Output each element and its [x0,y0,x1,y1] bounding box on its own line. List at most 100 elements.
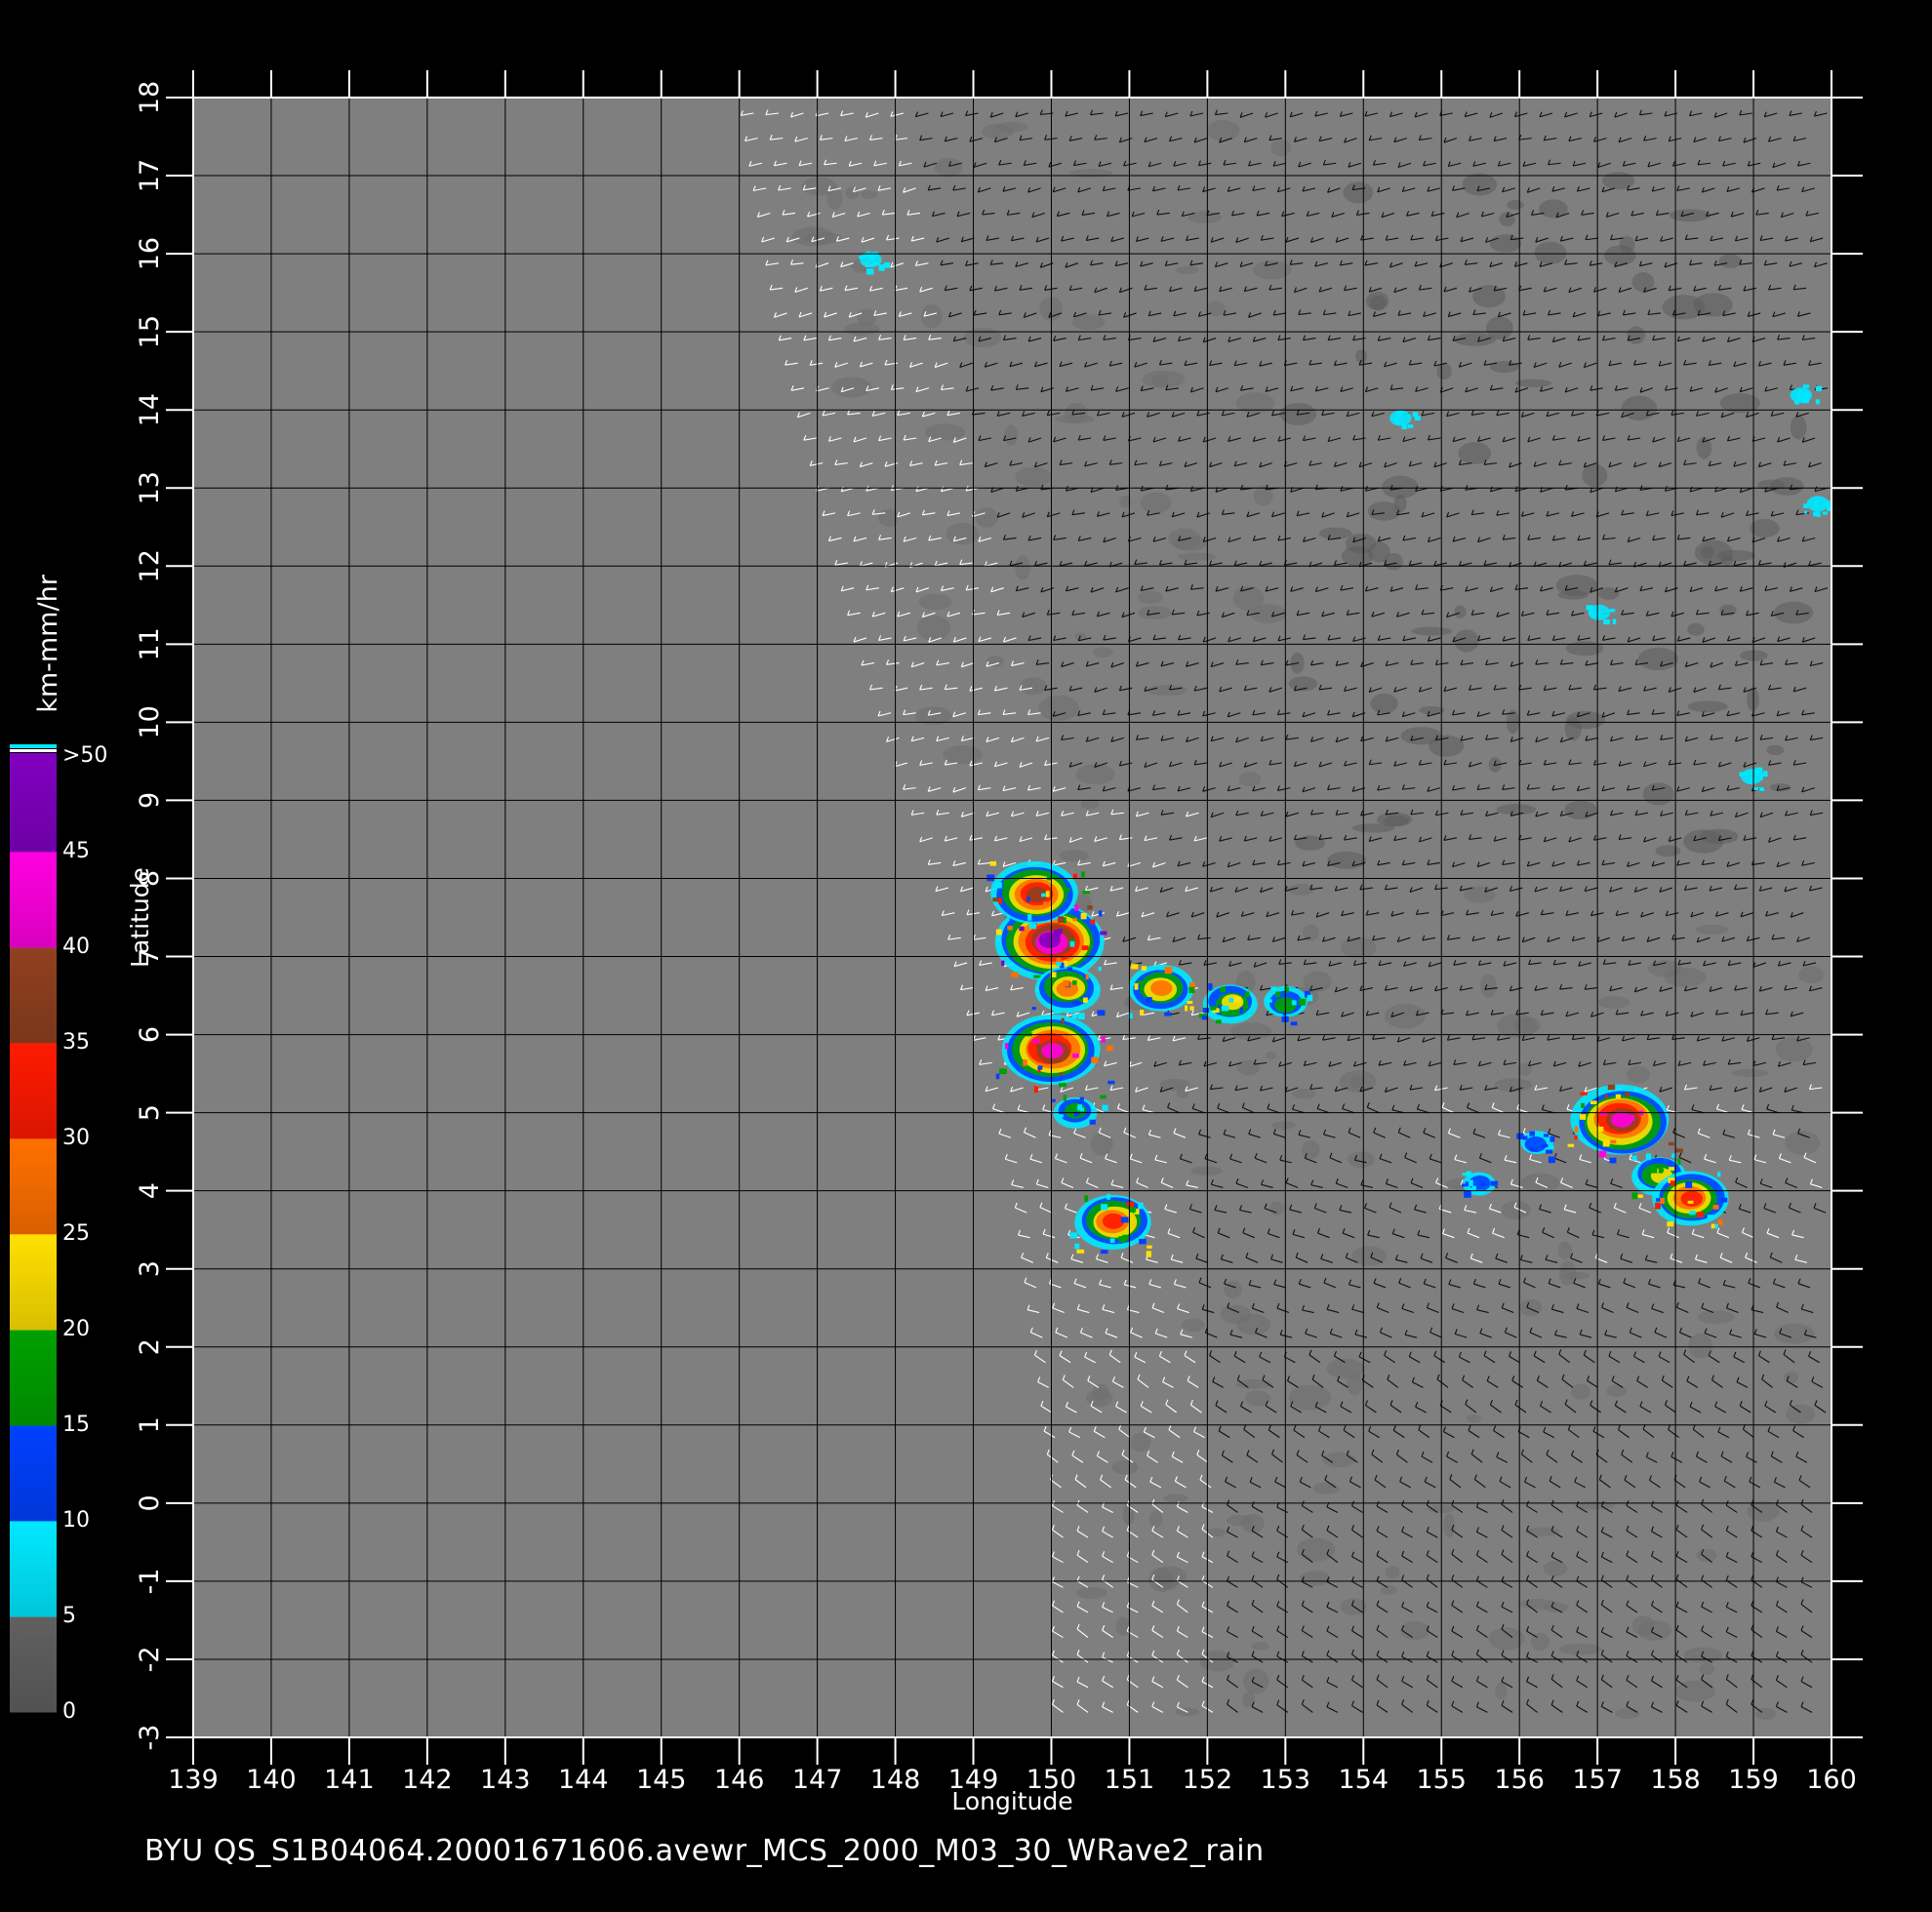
surface-texture-patch [1496,804,1537,816]
surface-texture-patch [1518,1599,1558,1610]
rain-speck [1100,931,1107,936]
surface-texture-patch [1148,1510,1163,1529]
surface-texture-patch [1146,685,1188,697]
surface-texture-patch [1436,363,1452,380]
surface-texture-patch [1130,1432,1151,1453]
surface-texture-patch [1400,1620,1430,1641]
rain-speck [1053,930,1062,937]
surface-texture-patch [1747,687,1759,711]
surface-texture-patch [1785,1131,1821,1156]
surface-texture-patch [1558,1643,1602,1655]
surface-texture-patch [1224,1281,1243,1299]
surface-texture-patch [1798,966,1825,984]
surface-texture-patch [1253,259,1292,280]
surface-texture-patch [1790,415,1807,440]
surface-texture-patch [1637,647,1678,671]
surface-texture-patch [1295,835,1326,851]
surface-texture-patch [1199,1650,1235,1672]
surface-texture-patch [1384,1003,1427,1029]
surface-texture-patch [856,308,877,326]
surface-texture-patch [1385,1566,1400,1579]
surface-texture-patch [1236,1313,1271,1335]
surface-texture-patch [1557,1241,1573,1259]
surface-texture-patch [1773,601,1814,624]
surface-texture-patch [1069,169,1113,178]
surface-texture-patch [1687,700,1728,713]
surface-texture-patch [963,328,1002,348]
surface-texture-patch [1784,1371,1799,1384]
surface-texture-patch [1664,968,1707,987]
surface-texture-patch [1235,1378,1272,1389]
surface-texture-patch [1494,1078,1533,1093]
surface-texture-patch [1582,463,1608,488]
surface-texture-patch [1190,1166,1223,1176]
surface-texture-patch [1699,1662,1715,1675]
surface-texture-patch [1564,717,1582,741]
rain-speck [995,929,1002,936]
surface-texture-patch [1507,199,1524,211]
surface-texture-patch [1351,823,1395,833]
surface-texture-patch [1238,772,1262,787]
surface-texture-patch [1615,1707,1640,1720]
surface-texture-patch [1288,1384,1332,1411]
surface-texture-patch [1557,589,1589,600]
surface-texture-patch [1750,518,1780,538]
surface-texture-patch [1242,1668,1269,1694]
surface-texture-patch [1495,1682,1508,1699]
surface-texture-patch [1181,1318,1205,1333]
surface-texture-patch [1627,326,1646,344]
surface-texture-patch [918,593,952,611]
surface-texture-patch [1489,361,1519,374]
surface-texture-patch [1380,1585,1397,1595]
surface-texture-patch [831,377,872,398]
surface-texture-patch [1111,1459,1139,1475]
surface-texture-patch [1514,378,1552,387]
surface-texture-patch [1662,295,1706,320]
surface-texture-patch [1140,492,1172,514]
surface-texture-patch [1384,552,1403,571]
surface-texture-patch [1235,392,1275,415]
surface-texture-patch [1343,181,1374,204]
surface-texture-patch [1251,1642,1269,1651]
surface-texture-patch [1621,395,1658,421]
surface-texture-patch [916,615,951,641]
surface-texture-patch [1019,677,1047,696]
surface-texture-patch [1695,924,1729,936]
rain-speck [1019,926,1025,932]
surface-texture-patch [1627,1065,1650,1084]
surface-texture-patch [1631,1615,1656,1636]
surface-texture-patch [1524,1527,1560,1536]
surface-texture-patch [1142,370,1186,388]
surface-texture-patch [1786,1404,1816,1424]
surface-texture-patch [1534,241,1567,264]
surface-texture-patch [1163,1494,1188,1503]
rain-wind-map: 139 140 141 142 143 144 145 146 147 148 149 150 151 1… [10,70,1863,1815]
surface-texture-patch [1092,1383,1109,1401]
surface-texture-patch [1489,234,1522,253]
surface-texture-patch [1312,1482,1340,1494]
surface-texture-patch [1411,626,1453,636]
surface-texture-patch [934,158,963,178]
surface-texture-patch [975,506,998,528]
rain-speck [1064,960,1067,968]
surface-texture-patch [1419,705,1445,715]
surface-texture-patch [1769,477,1804,497]
surface-texture-patch [1206,119,1240,141]
surface-texture-patch [1347,1151,1375,1169]
surface-texture-patch [1454,629,1479,653]
surface-texture-patch [1241,1513,1265,1534]
surface-texture-patch [1467,1414,1482,1423]
surface-texture-patch [1302,1139,1320,1160]
surface-texture-patch [1291,1089,1316,1099]
surface-texture-patch [1369,295,1387,311]
surface-texture-patch [1731,1068,1769,1078]
surface-texture-patch [982,124,1014,139]
surface-texture-patch [1341,936,1377,959]
surface-texture-patch [1137,606,1172,619]
surface-texture-patch [1299,1571,1331,1586]
surface-texture-patch [1265,1051,1277,1059]
surface-texture-patch [1769,782,1791,792]
rain-speck [1011,972,1019,977]
surface-texture-patch [1382,475,1419,499]
surface-texture-patch [1606,1384,1628,1398]
